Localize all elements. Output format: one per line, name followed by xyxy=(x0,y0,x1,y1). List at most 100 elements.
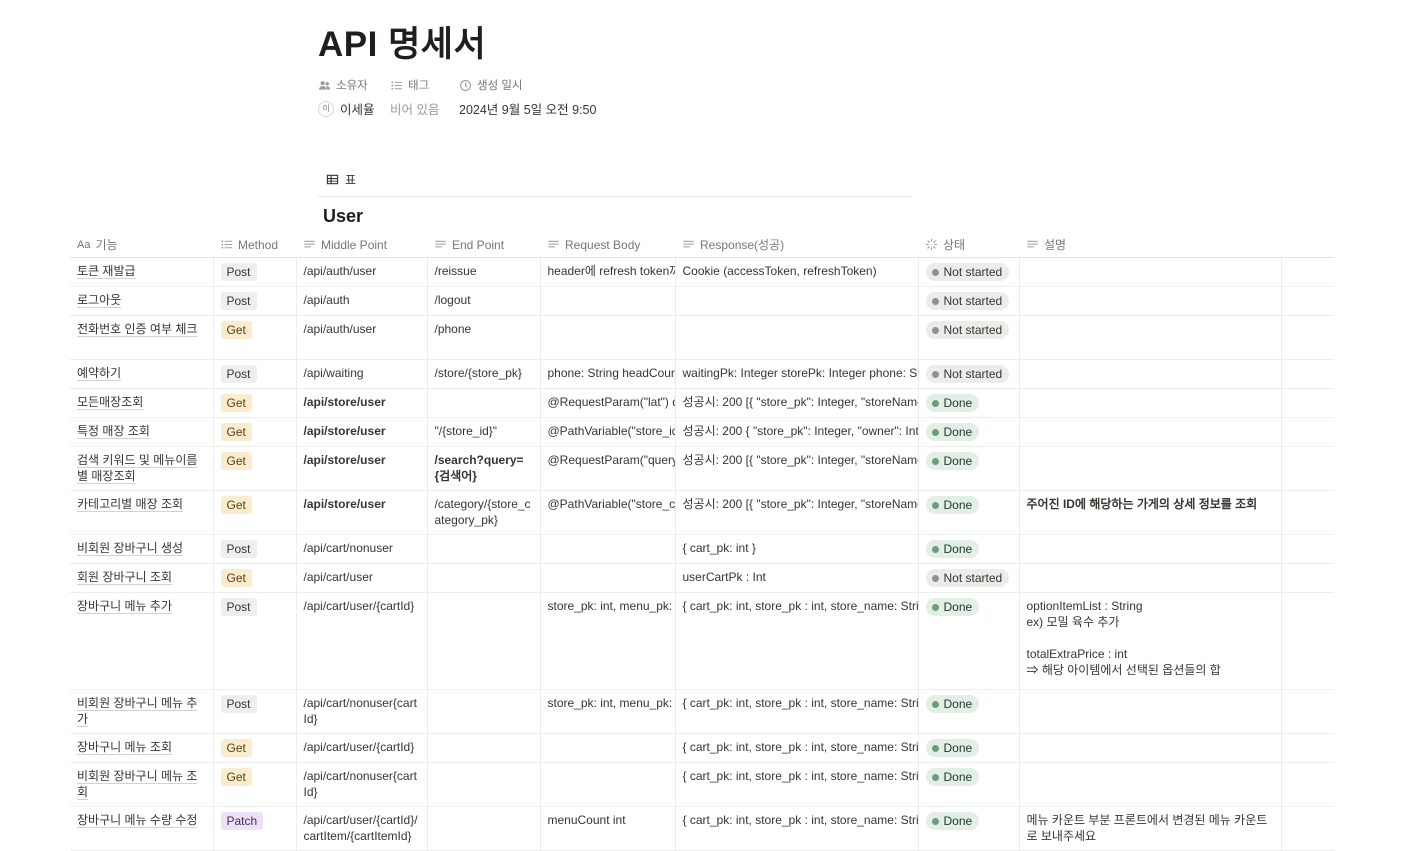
cell-name[interactable]: 비회원 장바구니 메뉴 조회 xyxy=(70,762,214,807)
cell-end-point[interactable] xyxy=(427,388,541,418)
table-row[interactable]: 로그아웃 Post/api/auth/logout Not started xyxy=(70,286,1334,316)
cell-status[interactable]: Not started xyxy=(918,257,1020,287)
cell-name[interactable]: 비회원 장바구니 생성 xyxy=(70,534,214,564)
cell-method[interactable]: Get xyxy=(213,762,297,807)
column-header-name[interactable]: Aa 기능 xyxy=(70,232,213,258)
cell-name[interactable]: 특정 매장 조회 xyxy=(70,417,214,447)
cell-empty[interactable] xyxy=(1281,534,1334,564)
cell-status[interactable]: Done xyxy=(918,689,1020,734)
table-row[interactable]: 장바구니 메뉴 추가 Post/api/cart/user/{cartId} sto… xyxy=(70,592,1334,690)
cell-response[interactable]: 성공시: 200 [{ "store_pk": Integer, "storeN… xyxy=(675,388,919,418)
cell-description[interactable]: 메뉴 카운트 부분 프론트에서 변경된 메뉴 카운트로 보내주세요 xyxy=(1019,806,1282,851)
cell-empty[interactable] xyxy=(1281,490,1334,535)
cell-name[interactable]: 로그아웃 xyxy=(70,286,214,316)
cell-description[interactable] xyxy=(1019,359,1282,389)
table-row[interactable]: 비회원 장바구니 메뉴 조회 Get/api/cart/nonuser{cartI… xyxy=(70,762,1334,807)
cell-empty[interactable] xyxy=(1281,417,1334,447)
cell-request-body[interactable] xyxy=(540,563,676,593)
table-row[interactable]: 토큰 재발급 Post/api/auth/user/reissue header에 … xyxy=(70,257,1334,287)
cell-status[interactable]: Not started xyxy=(918,359,1020,389)
cell-description[interactable] xyxy=(1019,257,1282,287)
cell-name[interactable]: 검색 키워드 및 메뉴이름별 매장조회 xyxy=(70,446,214,491)
cell-request-body[interactable] xyxy=(540,534,676,564)
cell-name[interactable]: 장바구니 메뉴 조회 xyxy=(70,733,214,763)
cell-method[interactable]: Patch xyxy=(213,806,297,851)
cell-method[interactable]: Get xyxy=(213,388,297,418)
cell-response[interactable]: { cart_pk: int, store_pk : int, store_na… xyxy=(675,733,919,763)
cell-method[interactable]: Post xyxy=(213,359,297,389)
cell-method[interactable]: Get xyxy=(213,417,297,447)
cell-description[interactable] xyxy=(1019,417,1282,447)
cell-status[interactable]: Done xyxy=(918,388,1020,418)
cell-status[interactable]: Done xyxy=(918,592,1020,690)
cell-empty[interactable] xyxy=(1281,315,1334,360)
cell-response[interactable]: waitingPk: Integer storePk: Integer phon… xyxy=(675,359,919,389)
cell-end-point[interactable] xyxy=(427,534,541,564)
column-header-end-point[interactable]: End Point xyxy=(427,232,540,258)
cell-status[interactable]: Done xyxy=(918,534,1020,564)
cell-response[interactable]: { cart_pk: int, store_pk : int, store_na… xyxy=(675,806,919,851)
cell-middle-point[interactable]: /api/cart/nonuser{cartId} xyxy=(296,762,428,807)
cell-end-point[interactable]: /category/{store_category_pk} xyxy=(427,490,541,535)
table-row[interactable]: 장바구니 메뉴 조회 Get/api/cart/user/{cartId} { ca… xyxy=(70,733,1334,763)
cell-middle-point[interactable]: /api/auth/user xyxy=(296,315,428,360)
column-header-method[interactable]: Method xyxy=(213,232,296,258)
cell-status[interactable]: Not started xyxy=(918,315,1020,360)
column-header-add[interactable] xyxy=(1281,232,1334,258)
cell-description[interactable] xyxy=(1019,388,1282,418)
cell-status[interactable]: Done xyxy=(918,733,1020,763)
cell-status[interactable]: Done xyxy=(918,446,1020,491)
cell-status[interactable]: Done xyxy=(918,806,1020,851)
cell-middle-point[interactable]: /api/store/user xyxy=(296,388,428,418)
cell-middle-point[interactable]: /api/auth xyxy=(296,286,428,316)
view-tab-table[interactable]: 표 xyxy=(326,171,356,188)
cell-response[interactable]: { cart_pk: int, store_pk : int, store_na… xyxy=(675,689,919,734)
cell-end-point[interactable]: /search?query={검색어} xyxy=(427,446,541,491)
cell-end-point[interactable] xyxy=(427,733,541,763)
property-created[interactable]: 생성 일시 2024년 9월 5일 오전 9:50 xyxy=(459,77,596,118)
cell-name[interactable]: 카테고리별 매장 조회 xyxy=(70,490,214,535)
table-row[interactable]: 특정 매장 조회 Get/api/store/user "/{store_id}" @… xyxy=(70,417,1334,447)
cell-description[interactable] xyxy=(1019,762,1282,807)
cell-middle-point[interactable]: /api/store/user xyxy=(296,446,428,491)
table-row[interactable]: 전화번호 인증 여부 체크 Get/api/auth/user/phone Not … xyxy=(70,315,1334,360)
cell-middle-point[interactable]: /api/cart/user/{cartId}/cartItem/{cartIt… xyxy=(296,806,428,851)
cell-middle-point[interactable]: /api/cart/user/{cartId} xyxy=(296,733,428,763)
cell-request-body[interactable]: store_pk: int, menu_pk: int xyxy=(540,689,676,734)
cell-description[interactable] xyxy=(1019,446,1282,491)
table-row[interactable]: 회원 장바구니 조회 Get/api/cart/user userCartPk : … xyxy=(70,563,1334,593)
cell-empty[interactable] xyxy=(1281,359,1334,389)
cell-end-point[interactable]: /phone xyxy=(427,315,541,360)
cell-request-body[interactable] xyxy=(540,762,676,807)
cell-status[interactable]: Done xyxy=(918,490,1020,535)
cell-end-point[interactable]: "/{store_id}" xyxy=(427,417,541,447)
cell-request-body[interactable]: phone: String headCount xyxy=(540,359,676,389)
column-header-description[interactable]: 설명 xyxy=(1019,232,1281,258)
cell-name[interactable]: 전화번호 인증 여부 체크 xyxy=(70,315,214,360)
cell-request-body[interactable] xyxy=(540,733,676,763)
cell-name[interactable]: 토큰 재발급 xyxy=(70,257,214,287)
cell-description[interactable] xyxy=(1019,689,1282,734)
cell-response[interactable]: { cart_pk: int } xyxy=(675,534,919,564)
cell-empty[interactable] xyxy=(1281,563,1334,593)
cell-empty[interactable] xyxy=(1281,806,1334,851)
cell-method[interactable]: Post xyxy=(213,286,297,316)
column-header-request-body[interactable]: Request Body xyxy=(540,232,675,258)
cell-empty[interactable] xyxy=(1281,733,1334,763)
table-row[interactable]: 카테고리별 매장 조회 Get/api/store/user/category/{… xyxy=(70,490,1334,535)
cell-end-point[interactable]: /store/{store_pk} xyxy=(427,359,541,389)
property-owner[interactable]: 소유자 이 이세율 xyxy=(318,77,375,118)
cell-middle-point[interactable]: /api/cart/nonuser{cartId} xyxy=(296,689,428,734)
cell-middle-point[interactable]: /api/store/user xyxy=(296,490,428,535)
cell-method[interactable]: Post xyxy=(213,534,297,564)
cell-method[interactable]: Get xyxy=(213,490,297,535)
cell-response[interactable]: Cookie (accessToken, refreshToken) xyxy=(675,257,919,287)
cell-request-body[interactable]: store_pk: int, menu_pk: int xyxy=(540,592,676,690)
cell-method[interactable]: Post xyxy=(213,592,297,690)
cell-response[interactable]: 성공시: 200 { "store_pk": Integer, "owner":… xyxy=(675,417,919,447)
cell-request-body[interactable]: menuCount int xyxy=(540,806,676,851)
cell-method[interactable]: Get xyxy=(213,446,297,491)
cell-middle-point[interactable]: /api/cart/nonuser xyxy=(296,534,428,564)
table-row[interactable]: 비회원 장바구니 메뉴 추가 Post/api/cart/nonuser{cart… xyxy=(70,689,1334,734)
cell-middle-point[interactable]: /api/cart/user xyxy=(296,563,428,593)
